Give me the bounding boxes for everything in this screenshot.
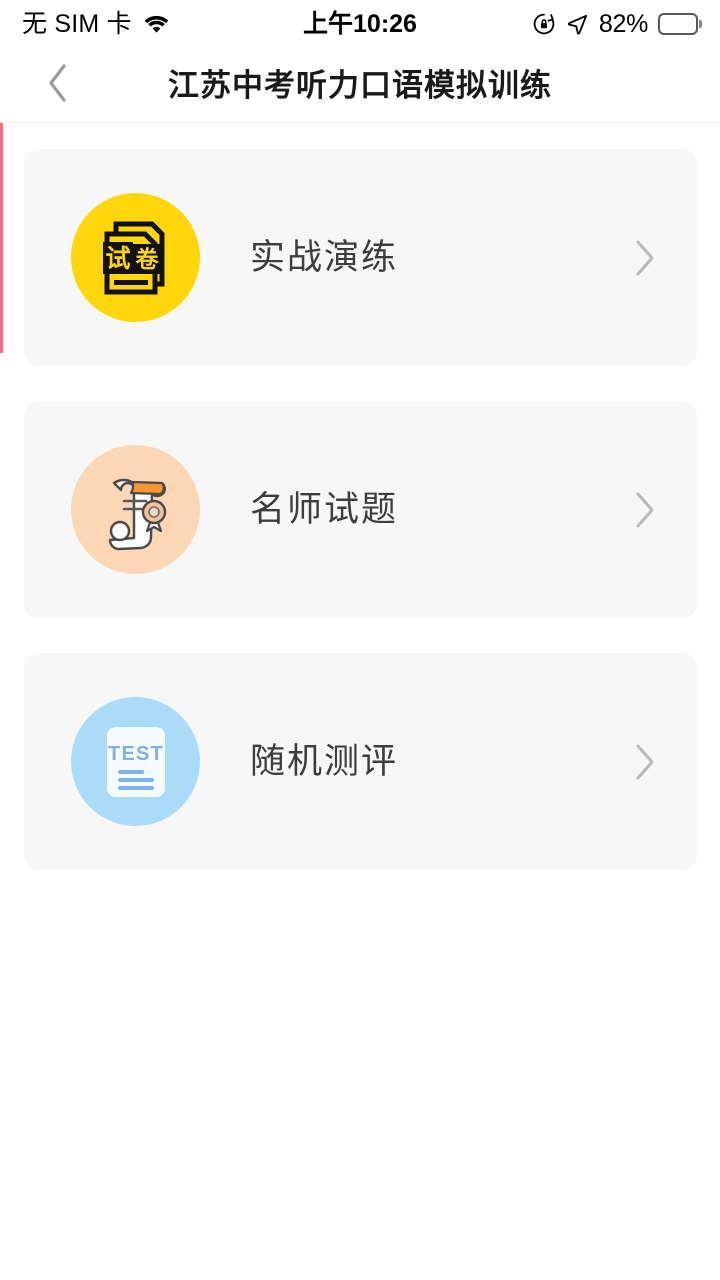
main-content: 试 卷 实战演练 名师试题 TEST 随机测评 — [0, 123, 720, 1280]
left-accent-rail — [0, 123, 3, 353]
menu-item-label: 实战演练 — [250, 238, 399, 277]
menu-item-label: 随机测评 — [250, 742, 399, 781]
menu-item-practice[interactable]: 试 卷 实战演练 — [24, 149, 697, 366]
navigation-bar: 江苏中考听力口语模拟训练 — [0, 48, 720, 123]
status-bar: 无 SIM 卡 上午10:26 82% — [0, 0, 720, 48]
battery-icon — [658, 13, 702, 36]
rotation-lock-icon — [532, 12, 556, 36]
carrier-label: 无 SIM 卡 — [22, 9, 132, 38]
battery-percent-label: 82% — [598, 9, 648, 38]
chevron-left-icon — [44, 61, 72, 110]
test-document-icon: TEST — [71, 697, 200, 826]
back-button[interactable] — [36, 63, 80, 107]
menu-list: 试 卷 实战演练 名师试题 TEST 随机测评 — [24, 149, 697, 870]
location-arrow-icon — [566, 13, 589, 36]
chevron-right-icon[interactable] — [625, 742, 665, 782]
page-title: 江苏中考听力口语模拟训练 — [168, 67, 552, 103]
exam-paper-icon: 试 卷 — [71, 193, 200, 322]
chevron-right-icon[interactable] — [625, 490, 665, 530]
test-icon-text: TEST — [108, 743, 164, 765]
status-bar-left: 无 SIM 卡 — [22, 9, 170, 38]
svg-text:卷: 卷 — [134, 246, 159, 272]
wifi-icon — [143, 14, 170, 34]
menu-item-random-test[interactable]: TEST 随机测评 — [24, 653, 697, 870]
menu-item-label: 名师试题 — [250, 490, 399, 529]
status-bar-right: 82% — [532, 9, 702, 38]
menu-item-teacher-questions[interactable]: 名师试题 — [24, 401, 697, 618]
scroll-certificate-icon — [71, 445, 200, 574]
svg-text:试: 试 — [105, 245, 130, 273]
clock-label: 上午10:26 — [303, 9, 417, 38]
chevron-right-icon[interactable] — [625, 238, 665, 278]
